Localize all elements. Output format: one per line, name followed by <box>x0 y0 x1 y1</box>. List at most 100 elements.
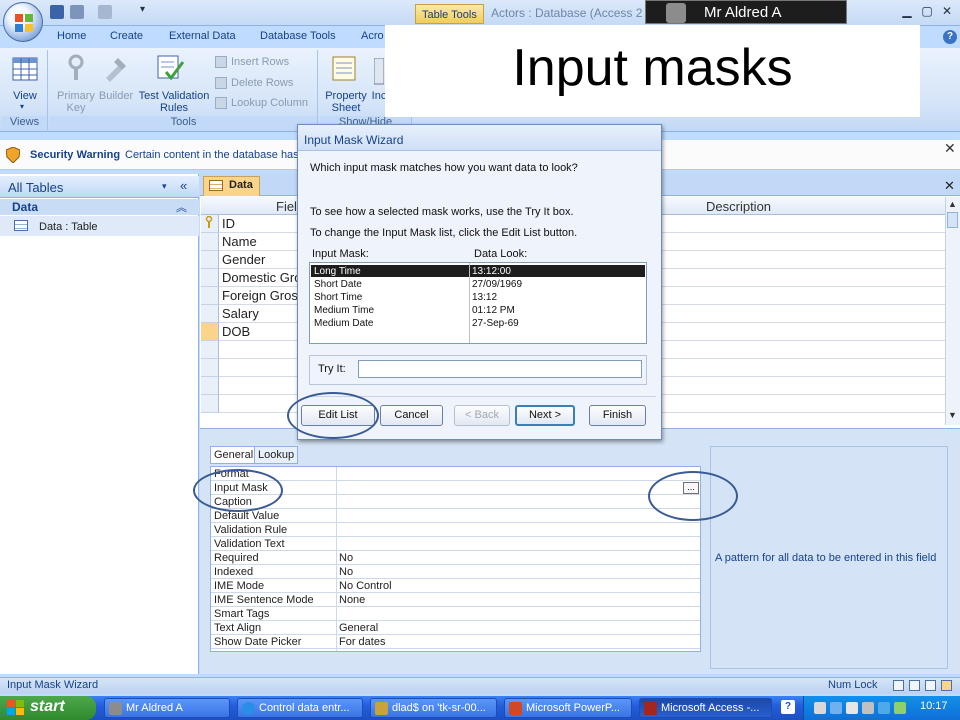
tab-general[interactable]: General <box>210 446 258 464</box>
row-selector[interactable] <box>201 233 219 251</box>
field-name[interactable]: DOB <box>222 324 294 339</box>
next-button[interactable]: Next > <box>515 405 575 426</box>
property-row[interactable] <box>211 481 700 495</box>
mask-look[interactable]: 27/09/1969 <box>472 279 522 290</box>
mask-look[interactable]: 13:12 <box>472 292 497 303</box>
view-dropdown-icon[interactable]: ▾ <box>20 102 24 111</box>
volume-icon[interactable] <box>862 702 874 714</box>
property-sheet-button[interactable]: Property Sheet <box>322 90 370 114</box>
mask-name[interactable]: Medium Time <box>314 305 374 316</box>
maximize-icon[interactable]: ▢ <box>918 4 936 20</box>
tray-icon[interactable] <box>830 702 842 714</box>
property-value[interactable]: None <box>339 594 365 606</box>
tab-create[interactable]: Create <box>110 30 143 42</box>
datasheet-view-icon[interactable] <box>893 680 904 691</box>
mask-name[interactable]: Short Time <box>314 292 362 303</box>
nav-group-chevron-icon[interactable]: ︽ <box>176 199 187 215</box>
taskbar-item[interactable]: Mr Aldred A <box>104 698 230 718</box>
row-selector-current[interactable] <box>201 323 219 341</box>
document-close-icon[interactable]: ✕ <box>944 178 955 194</box>
field-name[interactable]: Foreign Gross <box>222 288 298 303</box>
back-button[interactable]: < Back <box>454 405 510 426</box>
row-selector[interactable] <box>201 377 219 395</box>
row-selector[interactable] <box>201 395 219 413</box>
property-row[interactable] <box>211 607 700 621</box>
mask-name[interactable]: Short Date <box>314 279 362 290</box>
tools-group: Primary Key Builder Test Validation Rule… <box>50 50 318 130</box>
close-icon[interactable]: ✕ <box>938 4 956 20</box>
row-selector[interactable] <box>201 359 219 377</box>
nav-pane-dropdown-icon[interactable]: ▾ <box>162 181 167 192</box>
property-row[interactable] <box>211 551 700 565</box>
field-name[interactable]: Name <box>222 234 294 249</box>
scroll-up-icon[interactable]: ▲ <box>948 199 957 209</box>
design-view-icon[interactable] <box>941 680 952 691</box>
view-button[interactable]: View <box>2 90 48 102</box>
tab-lookup[interactable]: Lookup <box>254 446 299 464</box>
scroll-down-icon[interactable]: ▼ <box>948 410 957 420</box>
mask-name[interactable]: Medium Date <box>314 318 373 329</box>
scroll-thumb[interactable] <box>947 212 958 228</box>
mask-look[interactable]: 27-Sep-69 <box>472 318 519 329</box>
row-selector[interactable] <box>201 269 219 287</box>
property-row[interactable] <box>211 467 700 481</box>
security-warning-close-icon[interactable]: ✕ <box>944 140 956 157</box>
insert-rows-button[interactable]: Insert Rows <box>215 56 289 69</box>
customize-qat-icon[interactable]: ▾ <box>140 4 145 15</box>
tab-home[interactable]: Home <box>57 30 86 42</box>
undo-icon[interactable] <box>70 5 84 19</box>
property-row[interactable] <box>211 495 700 509</box>
field-name[interactable]: Gender <box>222 252 294 267</box>
cancel-button[interactable]: Cancel <box>380 405 443 426</box>
taskbar-item[interactable]: Microsoft PowerP... <box>504 698 632 718</box>
property-value[interactable]: No <box>339 552 353 564</box>
property-row[interactable] <box>211 579 700 593</box>
row-selector[interactable] <box>201 305 219 323</box>
property-row[interactable] <box>211 565 700 579</box>
builder-button[interactable]: Builder <box>96 90 136 102</box>
tray-icon[interactable] <box>846 702 858 714</box>
taskbar-item[interactable]: dlad$ on 'tk-sr-00... <box>370 698 497 718</box>
field-name[interactable]: Salary <box>222 306 294 321</box>
vertical-scrollbar[interactable] <box>945 197 960 425</box>
network-icon[interactable] <box>894 702 906 714</box>
taskbar-item[interactable]: Control data entr... <box>237 698 363 718</box>
tab-database-tools[interactable]: Database Tools <box>260 30 336 42</box>
mask-name[interactable]: Long Time <box>314 266 361 277</box>
help-icon[interactable]: ? <box>781 700 795 714</box>
save-icon[interactable] <box>50 5 64 19</box>
test-validation-button[interactable]: Test Validation Rules <box>136 90 212 114</box>
table-tools-tab[interactable]: Table Tools <box>415 4 484 24</box>
lookup-column-button[interactable]: Lookup Column <box>215 97 308 110</box>
tab-external-data[interactable]: External Data <box>169 30 236 42</box>
nav-item-data-table[interactable] <box>0 216 199 236</box>
finish-button[interactable]: Finish <box>589 405 646 426</box>
row-selector[interactable] <box>201 287 219 305</box>
office-button[interactable] <box>3 2 43 42</box>
row-selector[interactable] <box>201 251 219 269</box>
taskbar-item-active[interactable]: Microsoft Access -... <box>639 698 772 718</box>
pivot-table-view-icon[interactable] <box>909 680 920 691</box>
mask-look[interactable]: 13:12:00 <box>472 266 511 277</box>
property-value[interactable]: No <box>339 566 353 578</box>
tray-icon[interactable] <box>878 702 890 714</box>
minimize-icon[interactable]: ▁ <box>898 4 916 20</box>
help-icon[interactable]: ? <box>943 30 957 44</box>
property-row[interactable] <box>211 509 700 523</box>
primary-key-button[interactable]: Primary Key <box>56 90 96 114</box>
property-value[interactable]: General <box>339 622 378 634</box>
field-name[interactable]: Domestic Gro <box>222 270 298 285</box>
delete-rows-button[interactable]: Delete Rows <box>215 77 293 90</box>
property-value[interactable]: No Control <box>339 580 392 592</box>
shutter-bar-collapse-icon[interactable]: « <box>180 178 187 193</box>
try-it-input[interactable] <box>358 360 642 378</box>
property-value[interactable]: For dates <box>339 636 385 648</box>
tab-acrobat[interactable]: Acro <box>361 30 384 42</box>
tray-icon[interactable] <box>814 702 826 714</box>
redo-icon[interactable] <box>98 5 112 19</box>
row-selector[interactable] <box>201 341 219 359</box>
field-name[interactable]: ID <box>222 216 294 231</box>
pivot-chart-view-icon[interactable] <box>925 680 936 691</box>
mask-look[interactable]: 01:12 PM <box>472 305 515 316</box>
property-row[interactable] <box>211 621 700 635</box>
